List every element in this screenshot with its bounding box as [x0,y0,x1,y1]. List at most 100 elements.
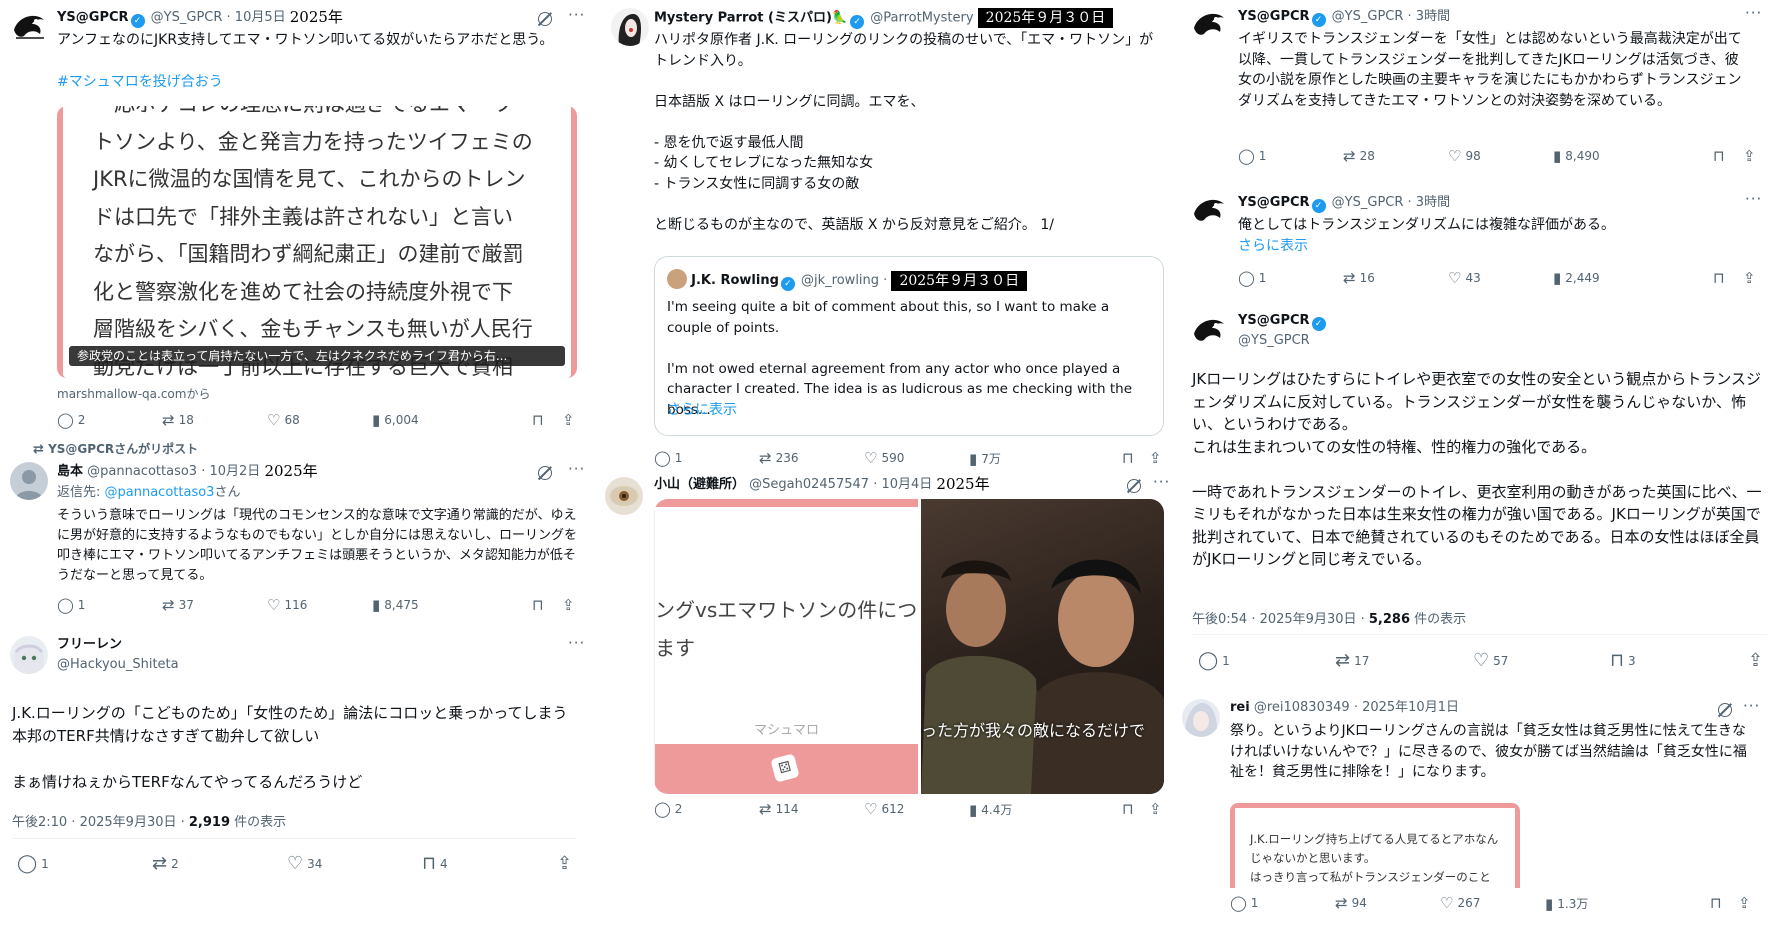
quote-tweet[interactable]: J.K. Rowling ✓ @jk_rowling · 2025年９月３０日 I… [654,256,1164,436]
author-handle[interactable]: @YS_GPCR [1332,9,1404,24]
hashtag-link[interactable]: #マシュマロを投げ合おう [57,72,577,93]
like-button[interactable]: ♡ 68 [267,412,300,428]
tweet-ys-gpcr-main[interactable]: YS@GPCR ✓ @YS_GPCR JKローリングはひたすらにトイレや更衣室での… [1185,308,1773,693]
tweet-rei[interactable]: rei @rei10830349 · 2025年10月1日 ··· 祭り。という… [1182,695,1773,930]
like-button[interactable]: ♡ 612 [864,801,904,817]
reply-button[interactable]: ◯ 1 [57,597,85,613]
bookmark-button[interactable]: ⊓ [1713,148,1725,164]
author-name[interactable]: rei [1230,700,1250,715]
more-icon[interactable]: ··· [1153,473,1170,491]
like-button[interactable]: ♡ 57 [1473,652,1508,670]
retweet-button[interactable]: ⇄ 114 [759,801,798,817]
reply-button[interactable]: ◯ 1 [1238,270,1266,286]
movie-still-image[interactable]: った方が我々の敵になるだけで [921,499,1164,794]
more-icon[interactable]: ··· [568,634,585,652]
author-name[interactable]: YS@GPCR [1238,9,1310,24]
grok-icon[interactable] [538,466,552,480]
views-button[interactable]: ▮ 2,449 [1553,270,1600,286]
author-handle[interactable]: @ParrotMystery [870,11,973,26]
bookmark-button[interactable]: ⊓ [1713,270,1725,286]
share-button[interactable]: ⇪ [1738,895,1751,911]
more-icon[interactable]: ··· [1743,697,1760,715]
author-handle[interactable]: @Segah02457547 [749,477,869,492]
author-handle[interactable]: @YS_GPCR [151,10,223,25]
retweet-button[interactable]: ⇄ 2 [152,855,179,873]
tweet-date[interactable]: · 3時間 [1408,195,1451,210]
avatar[interactable] [1190,312,1228,350]
author-handle[interactable]: @rei10830349 [1254,700,1350,715]
share-button[interactable]: ⇪ [1149,450,1162,466]
views-button[interactable]: ▮ 4.4万 [969,801,1012,818]
marshmallow-card[interactable]: 一応ポテコレの理念に則は過ぎてるエマ・ワトソンより、金と発言力を持ったツイフェミ… [57,106,577,378]
quote-author-handle[interactable]: @jk_rowling [801,273,879,288]
author-handle[interactable]: @YS_GPCR [1332,195,1404,210]
grok-icon[interactable] [1718,703,1732,717]
avatar[interactable] [611,8,649,46]
share-button[interactable]: ⇪ [1748,652,1763,670]
retweet-button[interactable]: ⇄ 17 [1335,652,1369,670]
link-source[interactable]: marshmallow-qa.comから [57,385,210,402]
tweet-koyama[interactable]: 小山（避難所） @Segah02457547 · 10月4日 2025年 ···… [600,473,1175,855]
author-name[interactable]: 島本 [57,464,83,479]
views-button[interactable]: ▮ 6,004 [372,412,419,428]
reply-button[interactable]: ◯ 2 [57,412,85,428]
share-button[interactable]: ⇪ [1743,148,1756,164]
tweet-frieren[interactable]: フリーレン @Hackyou_Shiteta ··· J.K.ローリングの「こど… [0,630,590,930]
grok-icon[interactable] [1127,479,1141,493]
bookmark-button[interactable]: ⊓ [1122,801,1134,817]
share-button[interactable]: ⇪ [562,597,575,613]
author-name[interactable]: フリーレン [57,637,122,652]
show-more-link[interactable]: さらに表示 [1238,236,1308,257]
reply-button[interactable]: ◯ 1 [1230,895,1258,911]
share-button[interactable]: ⇪ [562,412,575,428]
more-icon[interactable]: ··· [568,6,585,24]
share-button[interactable]: ⇪ [1149,801,1162,817]
retweet-button[interactable]: ⇄ 37 [162,597,194,613]
tweet-ys-gpcr-3[interactable]: YS@GPCR ✓ @YS_GPCR · 3時間 ··· 俺としてはトランスジェン… [1185,188,1773,298]
tweet-shimamoto[interactable]: ⇄ YS@GPCRさんがリポスト 島本 @pannacottaso3 · 10月… [0,440,590,625]
quote-author-name[interactable]: J.K. Rowling [691,273,779,288]
views-button[interactable]: ▮ 1.3万 [1545,895,1588,912]
views-button[interactable]: ▮ 8,490 [1553,148,1600,164]
like-button[interactable]: ♡ 98 [1448,148,1481,164]
tweet-date[interactable]: · 2025年10月1日 [1354,700,1459,715]
more-icon[interactable]: ··· [568,460,585,478]
like-button[interactable]: ♡ 590 [864,450,904,466]
tweet-date[interactable]: · 10月4日 [873,477,932,492]
views-button[interactable]: ▮ 7万 [969,450,1001,467]
avatar[interactable] [10,8,48,46]
author-name[interactable]: 小山（避難所） [654,477,745,492]
like-button[interactable]: ♡ 267 [1440,895,1480,911]
show-more-link[interactable]: さらに表示 [667,400,737,421]
marshmallow-image[interactable]: ングvsエマワトソンの件につ ます マシュマロ ⚄ [654,499,918,794]
retweet-button[interactable]: ⇄ 18 [162,412,194,428]
tweet-ys-gpcr-2[interactable]: YS@GPCR ✓ @YS_GPCR · 3時間 ··· イギリスでトランスジェン… [1185,0,1773,180]
bookmark-button[interactable]: ⊓ [1710,895,1722,911]
author-name[interactable]: Mystery Parrot (ミスパロ) [654,11,832,26]
author-handle[interactable]: @Hackyou_Shiteta [57,656,179,674]
retweet-button[interactable]: ⇄ 236 [759,450,798,466]
avatar[interactable] [605,477,643,515]
author-handle[interactable]: @pannacottaso3 [87,464,197,479]
avatar[interactable] [1190,192,1228,230]
bookmark-button[interactable]: ⊓ 4 [422,855,448,873]
reply-to-handle[interactable]: @pannacottaso3 [105,485,215,500]
like-button[interactable]: ♡ 34 [287,855,322,873]
retweet-button[interactable]: ⇄ 28 [1343,148,1375,164]
tweet-date[interactable]: · 3時間 [1408,9,1451,24]
reply-button[interactable]: ◯ 1 [654,450,682,466]
author-name[interactable]: YS@GPCR [1238,313,1310,328]
share-button[interactable]: ⇪ [1743,270,1756,286]
bookmark-button[interactable]: ⊓ 3 [1610,652,1636,670]
reply-button[interactable]: ◯ 1 [1238,148,1266,164]
bookmark-button[interactable]: ⊓ [532,597,544,613]
retweet-button[interactable]: ⇄ 94 [1335,895,1367,911]
reply-button[interactable]: ◯ 2 [654,801,682,817]
like-button[interactable]: ♡ 116 [267,597,307,613]
author-name[interactable]: YS@GPCR [57,10,129,25]
views-button[interactable]: ▮ 8,475 [372,597,419,613]
author-handle[interactable]: @YS_GPCR [1238,332,1310,350]
like-button[interactable]: ♡ 43 [1448,270,1481,286]
author-name[interactable]: YS@GPCR [1238,195,1310,210]
reply-button[interactable]: ◯ 1 [17,855,49,873]
